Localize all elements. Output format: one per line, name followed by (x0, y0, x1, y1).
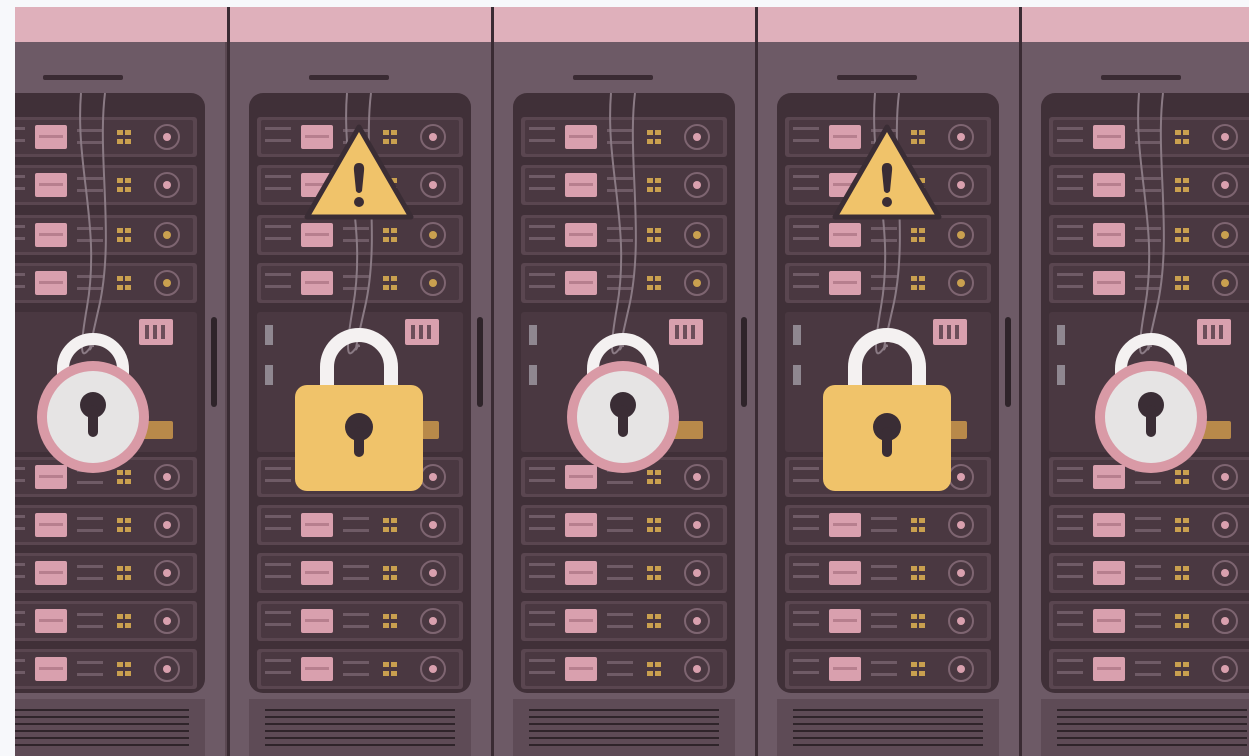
rack-handle (573, 75, 653, 80)
server-slot (15, 117, 197, 157)
server-slot (1049, 601, 1249, 641)
rack-2 (227, 7, 491, 756)
vent-grille (249, 699, 471, 756)
server-slot (521, 553, 727, 593)
server-slot (521, 263, 727, 303)
door-latch (477, 317, 483, 407)
door-latch (741, 317, 747, 407)
server-slot (257, 553, 463, 593)
server-slot (15, 553, 197, 593)
server-slot (15, 505, 197, 545)
rack-3 (491, 7, 755, 756)
top-band (15, 7, 1249, 42)
door-latch (211, 317, 217, 407)
server-slot (785, 649, 991, 689)
server-slot (15, 263, 197, 303)
vent-grille (513, 699, 735, 756)
server-slot (521, 117, 727, 157)
rack-handle (1101, 75, 1181, 80)
vent-grille (15, 699, 205, 756)
server-slot (521, 215, 727, 255)
rack-4 (755, 7, 1019, 756)
server-slot (1049, 117, 1249, 157)
illustration-canvas (15, 7, 1249, 756)
server-slot (257, 505, 463, 545)
vent-grille (777, 699, 999, 756)
server-slot (785, 263, 991, 303)
rack-handle (43, 75, 123, 80)
server-slot (521, 505, 727, 545)
server-slot (257, 601, 463, 641)
server-slot (257, 649, 463, 689)
server-slot (1049, 649, 1249, 689)
server-slot (785, 505, 991, 545)
server-slot (257, 263, 463, 303)
server-slot (1049, 553, 1249, 593)
vent-grille (1041, 699, 1249, 756)
server-slot (785, 553, 991, 593)
server-slot (1049, 165, 1249, 205)
server-room-illustration (15, 7, 1249, 756)
server-slot (15, 601, 197, 641)
server-slot (257, 215, 463, 255)
rack-handle (837, 75, 917, 80)
server-slot (521, 649, 727, 689)
server-slot (521, 165, 727, 205)
server-slot (785, 601, 991, 641)
server-slot (15, 649, 197, 689)
server-slot (521, 601, 727, 641)
door-latch (1005, 317, 1011, 407)
rack-handle (309, 75, 389, 80)
rack-1 (15, 42, 225, 756)
rack-5 (1019, 7, 1249, 756)
server-slot (785, 215, 991, 255)
server-slot (1049, 505, 1249, 545)
